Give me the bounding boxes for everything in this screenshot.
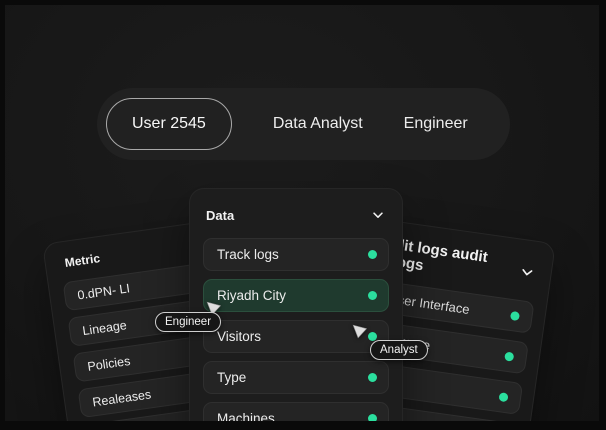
chevron-down-icon [519,263,536,280]
chevron-down-icon [371,208,385,222]
list-item-label: Policies [86,353,131,373]
status-dot [504,351,514,361]
data-card-header[interactable]: Data [203,202,389,224]
list-item-label: Lineage [81,318,127,338]
cursor-label-engineer: Engineer [155,312,221,332]
status-dot [499,392,509,402]
status-dot [510,310,520,320]
list-item-label: Type [217,370,246,385]
persona-tab-user-2545[interactable]: User 2545 [106,98,232,150]
list-item-label: 0.dPN- LI [76,281,130,302]
list-item-label: Track logs [217,247,279,262]
status-dot [368,373,377,382]
list-item-label: Riyadh City [217,288,286,303]
persona-tab-data-analyst[interactable]: Data Analyst [273,115,363,133]
list-item-track-logs[interactable]: Track logs [203,238,389,271]
audit-logs-card-title: dit logs audit logs [392,236,513,286]
cursor-label-analyst: Analyst [370,340,428,360]
status-dot [368,291,377,300]
list-item-label: Machines [217,411,275,426]
list-item-machines[interactable]: Machines [203,402,389,430]
list-item-type[interactable]: Type [203,361,389,394]
status-dot [368,250,377,259]
cursor-icon [351,323,368,345]
persona-tab-engineer[interactable]: Engineer [404,115,468,133]
metric-card-title: Metric [64,251,101,270]
list-item-label: Realeases [92,387,152,409]
data-card-title: Data [206,208,234,223]
stage: User 2545 Data Analyst Engineer Metric 0… [0,0,606,430]
persona-switcher-bar: User 2545 Data Analyst Engineer [97,88,510,160]
list-item-label: Visitors [217,329,261,344]
status-dot [368,414,377,423]
list-item-riyadh-city[interactable]: Riyadh City [203,279,389,312]
